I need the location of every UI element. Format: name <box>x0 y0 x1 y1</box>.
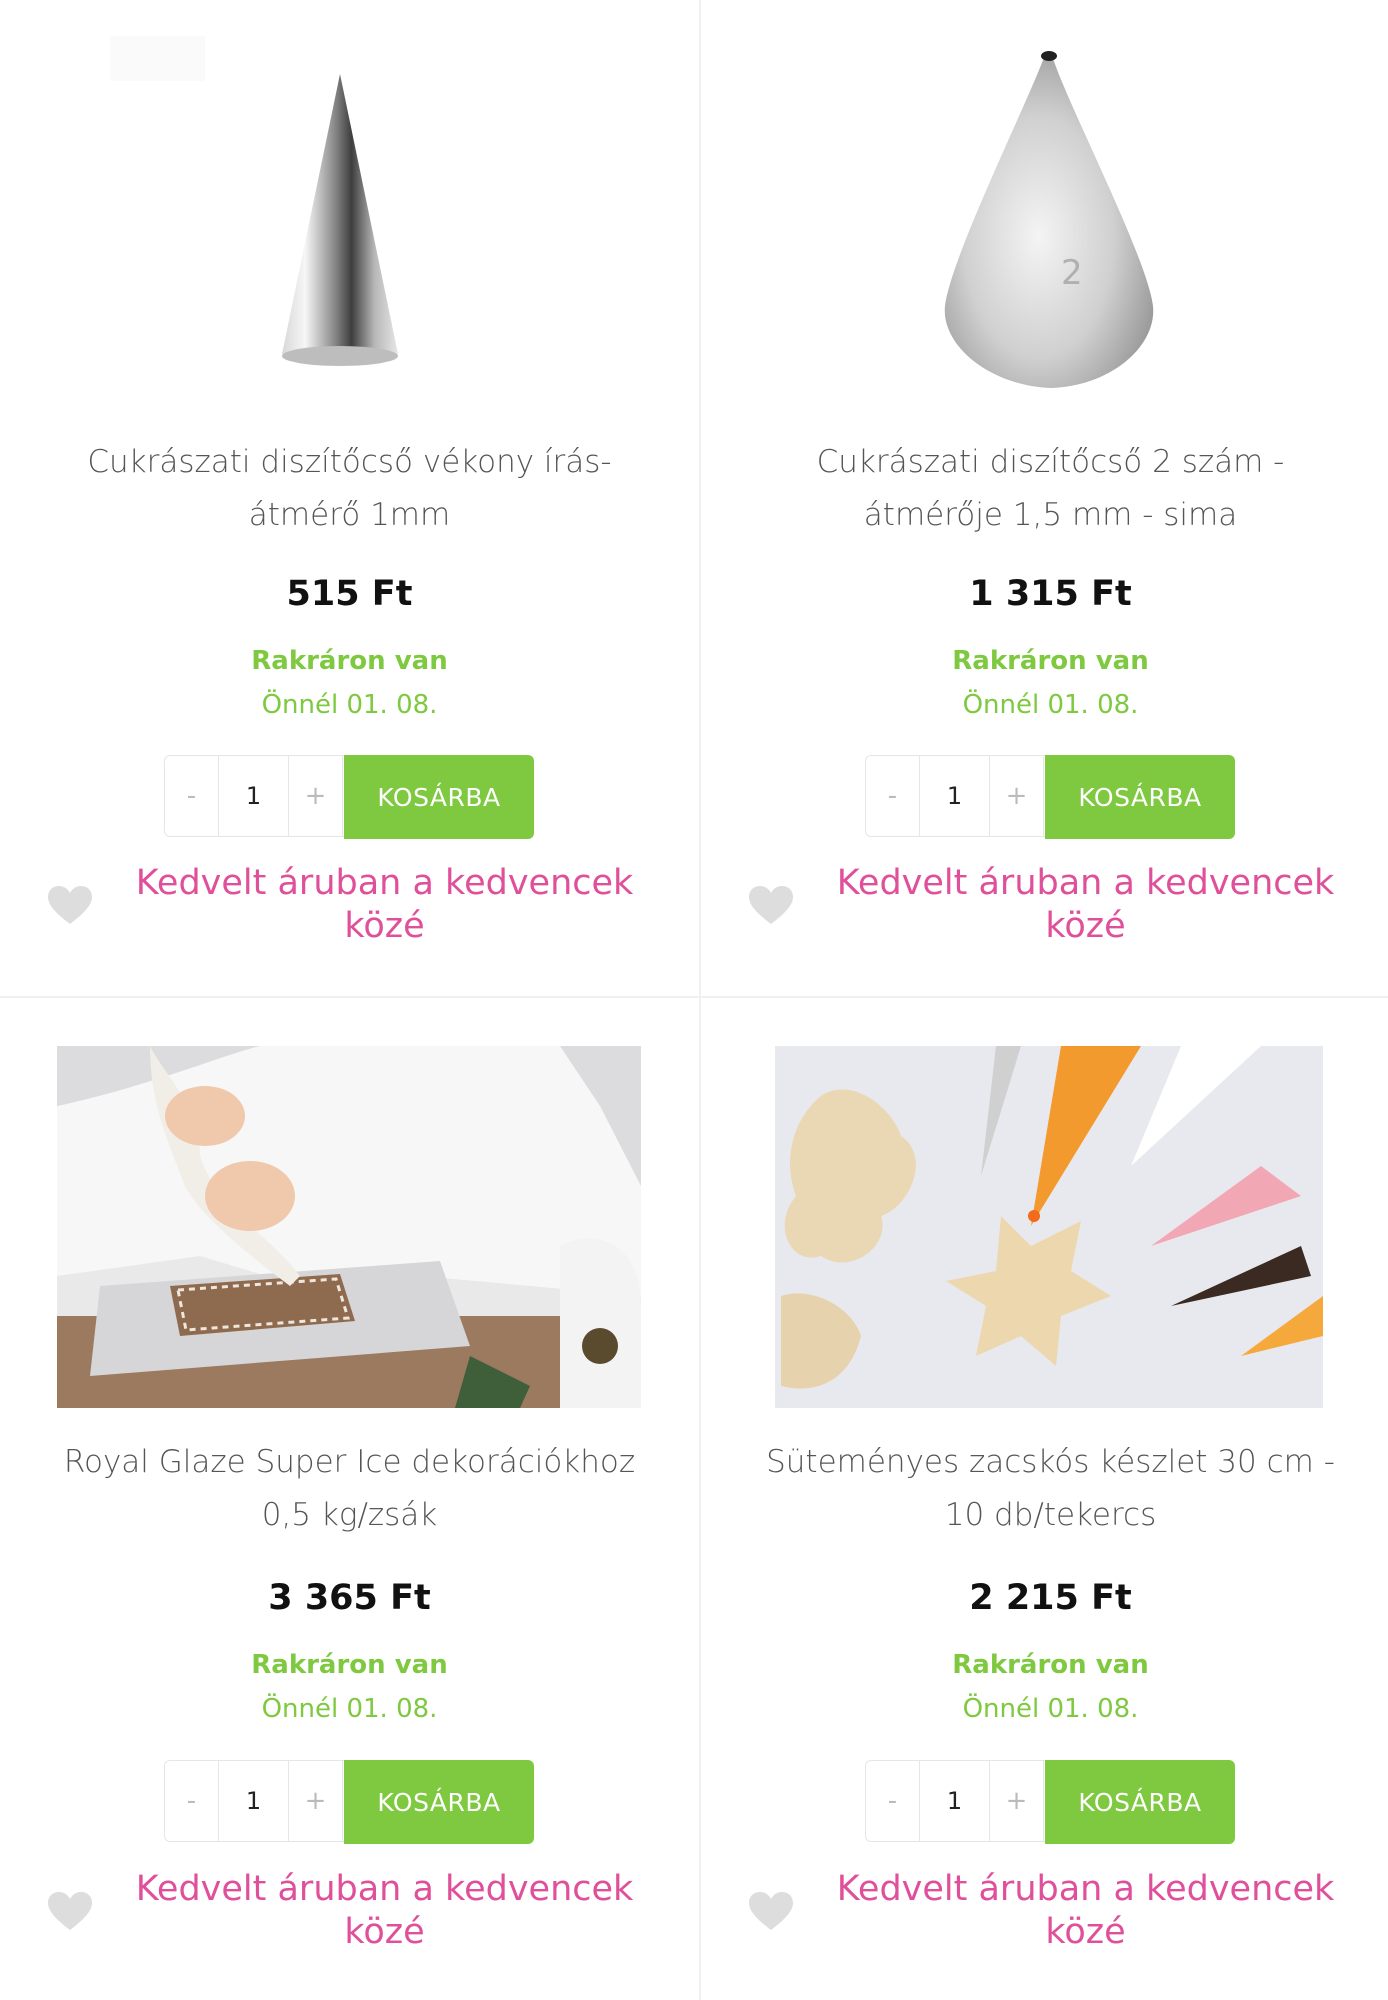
favorites-link[interactable]: Kedvelt áruban a kedvencek közé <box>120 862 649 948</box>
quantity-stepper: - 1 + KOSÁRBA <box>164 1760 534 1844</box>
quantity-input[interactable]: 1 <box>920 756 990 836</box>
product-image[interactable] <box>701 1046 1388 1408</box>
quantity-decrease-button[interactable]: - <box>165 756 219 836</box>
stock-status: Rakráron van <box>952 1650 1149 1680</box>
delivery-date: Önnél 01. 08. <box>261 1694 438 1724</box>
favorites-link[interactable]: Kedvelt áruban a kedvencek közé <box>821 1868 1350 1954</box>
quantity-box: - 1 + <box>164 1760 344 1842</box>
quantity-increase-button[interactable]: + <box>289 756 343 836</box>
add-to-favorites[interactable]: Kedvelt áruban a kedvencek közé <box>741 1868 1360 1968</box>
heart-icon[interactable] <box>48 1892 92 1932</box>
quantity-input[interactable]: 1 <box>219 1761 289 1841</box>
product-card: Süteményes zacskós készlet 30 cm - 10 db… <box>701 998 1388 1994</box>
quantity-stepper: - 1 + KOSÁRBA <box>865 1760 1235 1844</box>
product-price: 3 365 Ft <box>268 1578 431 1618</box>
quantity-input[interactable]: 1 <box>920 1761 990 1841</box>
product-image[interactable]: 2 <box>701 36 1388 406</box>
quantity-increase-button[interactable]: + <box>990 756 1044 836</box>
heart-icon[interactable] <box>749 886 793 926</box>
add-to-cart-button[interactable]: KOSÁRBA <box>1045 755 1235 839</box>
quantity-decrease-button[interactable]: - <box>866 756 920 836</box>
product-card: 2 Cukrászati diszítőcső 2 szám - átmérőj… <box>701 0 1388 996</box>
favorites-link[interactable]: Kedvelt áruban a kedvencek közé <box>821 862 1350 948</box>
add-to-cart-button[interactable]: KOSÁRBA <box>344 1760 534 1844</box>
product-grid: Cukrászati diszítőcső vékony írás-átmérő… <box>0 0 1388 2000</box>
quantity-stepper: - 1 + KOSÁRBA <box>865 755 1235 839</box>
stock-status: Rakráron van <box>251 1650 448 1680</box>
stock-status: Rakráron van <box>952 646 1149 676</box>
quantity-box: - 1 + <box>164 755 344 837</box>
heart-icon[interactable] <box>749 1892 793 1932</box>
add-to-favorites[interactable]: Kedvelt áruban a kedvencek közé <box>40 1868 659 1968</box>
add-to-cart-button[interactable]: KOSÁRBA <box>344 755 534 839</box>
delivery-date: Önnél 01. 08. <box>261 690 438 720</box>
delivery-date: Önnél 01. 08. <box>962 1694 1139 1724</box>
product-price: 1 315 Ft <box>969 574 1132 614</box>
quantity-input[interactable]: 1 <box>219 756 289 836</box>
product-title[interactable]: Royal Glaze Super Ice dekorációkhoz 0,5 … <box>50 1436 649 1542</box>
product-card: Royal Glaze Super Ice dekorációkhoz 0,5 … <box>0 998 699 1994</box>
product-price: 515 Ft <box>286 574 413 614</box>
add-to-favorites[interactable]: Kedvelt áruban a kedvencek közé <box>741 862 1360 962</box>
cookies-piping-bags-photo <box>775 1046 1323 1408</box>
piping-tip-no2-image: 2 <box>944 51 1154 388</box>
product-image[interactable] <box>0 1046 699 1408</box>
add-to-favorites[interactable]: Kedvelt áruban a kedvencek közé <box>40 862 659 962</box>
quantity-increase-button[interactable]: + <box>289 1761 343 1841</box>
quantity-stepper: - 1 + KOSÁRBA <box>164 755 534 839</box>
quantity-increase-button[interactable]: + <box>990 1761 1044 1841</box>
product-card: Cukrászati diszítőcső vékony írás-átmérő… <box>0 0 699 996</box>
tip-engraving: 2 <box>1061 253 1083 293</box>
delivery-date: Önnél 01. 08. <box>962 690 1139 720</box>
product-image[interactable] <box>0 36 699 406</box>
gingerbread-icing-photo <box>57 1046 641 1408</box>
product-title[interactable]: Cukrászati diszítőcső vékony írás-átmérő… <box>50 436 649 542</box>
add-to-cart-button[interactable]: KOSÁRBA <box>1045 1760 1235 1844</box>
product-title[interactable]: Süteményes zacskós készlet 30 cm - 10 db… <box>751 1436 1350 1542</box>
product-price: 2 215 Ft <box>969 1578 1132 1618</box>
thin-piping-tip-image <box>110 36 398 366</box>
quantity-box: - 1 + <box>865 755 1045 837</box>
quantity-decrease-button[interactable]: - <box>165 1761 219 1841</box>
quantity-box: - 1 + <box>865 1760 1045 1842</box>
quantity-decrease-button[interactable]: - <box>866 1761 920 1841</box>
favorites-link[interactable]: Kedvelt áruban a kedvencek közé <box>120 1868 649 1954</box>
stock-status: Rakráron van <box>251 646 448 676</box>
product-title[interactable]: Cukrászati diszítőcső 2 szám - átmérője … <box>751 436 1350 542</box>
heart-icon[interactable] <box>48 886 92 926</box>
